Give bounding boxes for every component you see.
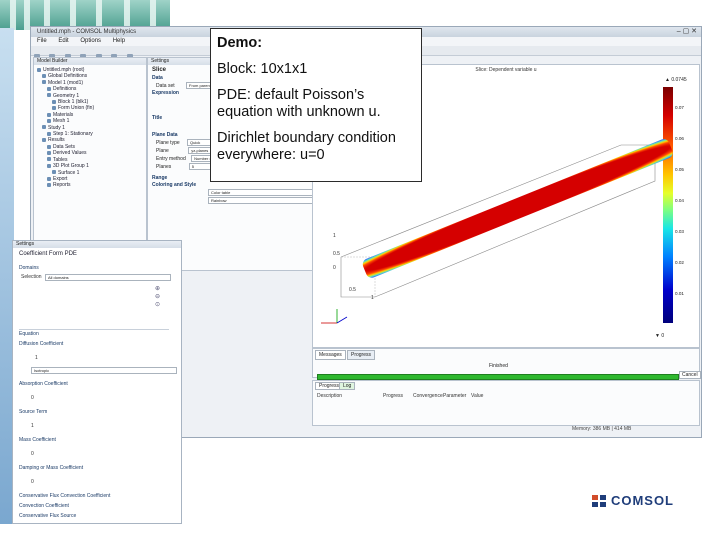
add-icon[interactable]: ⊕ bbox=[155, 285, 160, 293]
selection-select[interactable]: All domains bbox=[45, 274, 171, 281]
axis-tick: 1 bbox=[371, 295, 374, 301]
tree-node-icon bbox=[47, 93, 51, 98]
section-damping[interactable]: Damping or Mass Coefficient bbox=[19, 465, 83, 471]
tree-node-icon bbox=[52, 170, 56, 175]
section-diffusion[interactable]: Diffusion Coefficient bbox=[19, 341, 63, 347]
menu-help[interactable]: Help bbox=[113, 38, 125, 44]
tree-node-icon bbox=[47, 112, 51, 117]
tree-node-icon bbox=[47, 131, 51, 136]
tree-node-icon bbox=[47, 182, 51, 187]
section-convection[interactable]: Convection Coefficient bbox=[19, 503, 69, 509]
color-legend-tick: 0.03 bbox=[675, 229, 684, 234]
col-progress: Progress bbox=[383, 393, 404, 399]
demo-callout: Demo: Block: 10x1x1 PDE: default Poisson… bbox=[210, 28, 422, 182]
callout-boundary: Dirichlet boundary condition everywhere:… bbox=[217, 130, 396, 163]
diffusion-value[interactable]: 1 bbox=[35, 355, 38, 361]
pde-settings-title: Settings bbox=[13, 241, 181, 248]
menu-file[interactable]: File bbox=[37, 38, 47, 44]
section-cons-flux-conv[interactable]: Conservative Flux Convection Coefficient bbox=[19, 493, 110, 499]
model-tree: Untitled.mph (root) Global Definitions Mod… bbox=[34, 65, 146, 189]
mass-value[interactable]: 0 bbox=[31, 451, 34, 457]
status-bar: Memory: 386 MB | 414 MB bbox=[572, 426, 632, 432]
remove-icon[interactable]: ⊖ bbox=[155, 293, 160, 301]
col-convergence: Convergence bbox=[413, 393, 443, 399]
model-builder-title: Model Builder bbox=[34, 58, 146, 65]
damping-value[interactable]: 0 bbox=[31, 479, 34, 485]
cancel-button[interactable]: Cancel bbox=[679, 371, 701, 379]
comsol-logo: COMSOL bbox=[591, 492, 674, 510]
progress-panel: Messages Progress Finished Cancel bbox=[312, 348, 701, 380]
color-table-select[interactable]: Rainbow bbox=[208, 197, 314, 204]
field-coloring: Color table bbox=[148, 189, 314, 197]
tab-progress[interactable]: Progress bbox=[347, 350, 376, 360]
axis-z-icon bbox=[336, 316, 348, 324]
color-legend-tick: 0.04 bbox=[675, 198, 684, 203]
pde-settings-panel: Settings Coefficient Form PDE Domains Se… bbox=[12, 240, 182, 524]
window-controls[interactable]: – ▢ ✕ bbox=[677, 28, 697, 36]
section-cons-flux-source[interactable]: Conservative Flux Source bbox=[19, 513, 76, 519]
field-color-table: Rainbow bbox=[148, 197, 314, 205]
color-legend-tick: 0.05 bbox=[675, 167, 684, 172]
menu-options[interactable]: Options bbox=[80, 38, 101, 44]
coloring-select[interactable]: Color table bbox=[208, 189, 314, 196]
absorption-value[interactable]: 0 bbox=[31, 395, 34, 401]
col-description: Description bbox=[317, 393, 343, 399]
tree-node-icon bbox=[42, 138, 46, 143]
tree-node-icon bbox=[37, 67, 41, 72]
progress-status: Finished bbox=[489, 363, 508, 369]
log-panel: Progress Log Description Progress Conver… bbox=[312, 380, 700, 426]
color-legend-tick: 0.02 bbox=[675, 260, 684, 265]
selection-label: Selection bbox=[21, 274, 42, 280]
callout-block: Block: 10x1x1 bbox=[217, 61, 308, 77]
tab-log[interactable]: Log bbox=[339, 382, 356, 390]
col-value: Value bbox=[471, 393, 484, 399]
tree-node-icon bbox=[52, 106, 56, 111]
color-legend-tick: 0.07 bbox=[675, 105, 684, 110]
tree-node-icon bbox=[42, 80, 46, 85]
color-legend-tick: 0.01 bbox=[675, 291, 684, 296]
menu-edit[interactable]: Edit bbox=[58, 38, 68, 44]
tree-node-icon bbox=[42, 74, 46, 79]
axis-tick: 0 bbox=[333, 265, 336, 271]
zoom-icon[interactable]: ⊙ bbox=[155, 301, 160, 309]
section-mass[interactable]: Mass Coefficient bbox=[19, 437, 56, 443]
tree-node-icon bbox=[47, 176, 51, 181]
comsol-logo-icon bbox=[591, 494, 606, 507]
callout-heading: Demo: bbox=[217, 35, 263, 51]
model-builder-panel: Model Builder Untitled.mph (root) Global … bbox=[33, 57, 147, 271]
axis-tick: 1 bbox=[333, 233, 336, 239]
section-coloring[interactable]: Coloring and Style bbox=[148, 182, 312, 189]
isotropic-select[interactable]: Isotropic bbox=[31, 367, 177, 374]
source-value[interactable]: 1 bbox=[31, 423, 34, 429]
section-source[interactable]: Source Term bbox=[19, 409, 47, 415]
pde-settings-subtitle: Coefficient Form PDE bbox=[19, 251, 77, 257]
tree-node-icon bbox=[47, 157, 51, 162]
color-legend-tick: 0.06 bbox=[675, 136, 684, 141]
section-equation[interactable]: Equation bbox=[19, 331, 39, 337]
section-absorption[interactable]: Absorption Coefficient bbox=[19, 381, 68, 387]
axis-tick: 0.5 bbox=[333, 251, 340, 257]
tree-node-icon bbox=[47, 86, 51, 91]
selection-tools: ⊕ ⊖ ⊙ bbox=[155, 285, 160, 309]
tree-node-icon bbox=[47, 163, 51, 168]
tree-item[interactable]: Reports bbox=[37, 182, 144, 188]
tree-node-icon bbox=[42, 125, 46, 130]
tree-node-icon bbox=[52, 99, 56, 104]
tree-node-icon bbox=[47, 118, 51, 123]
axis-tick: 0.5 bbox=[349, 287, 356, 293]
callout-pde: PDE: default Poisson’s equation with unk… bbox=[217, 87, 381, 120]
section-domains[interactable]: Domains bbox=[19, 265, 39, 271]
tree-node-icon bbox=[47, 144, 51, 149]
tab-messages[interactable]: Messages bbox=[315, 350, 346, 360]
tree-node-icon bbox=[47, 150, 51, 155]
comsol-logo-text: COMSOL bbox=[610, 493, 674, 508]
col-parameter: Parameter bbox=[443, 393, 467, 399]
